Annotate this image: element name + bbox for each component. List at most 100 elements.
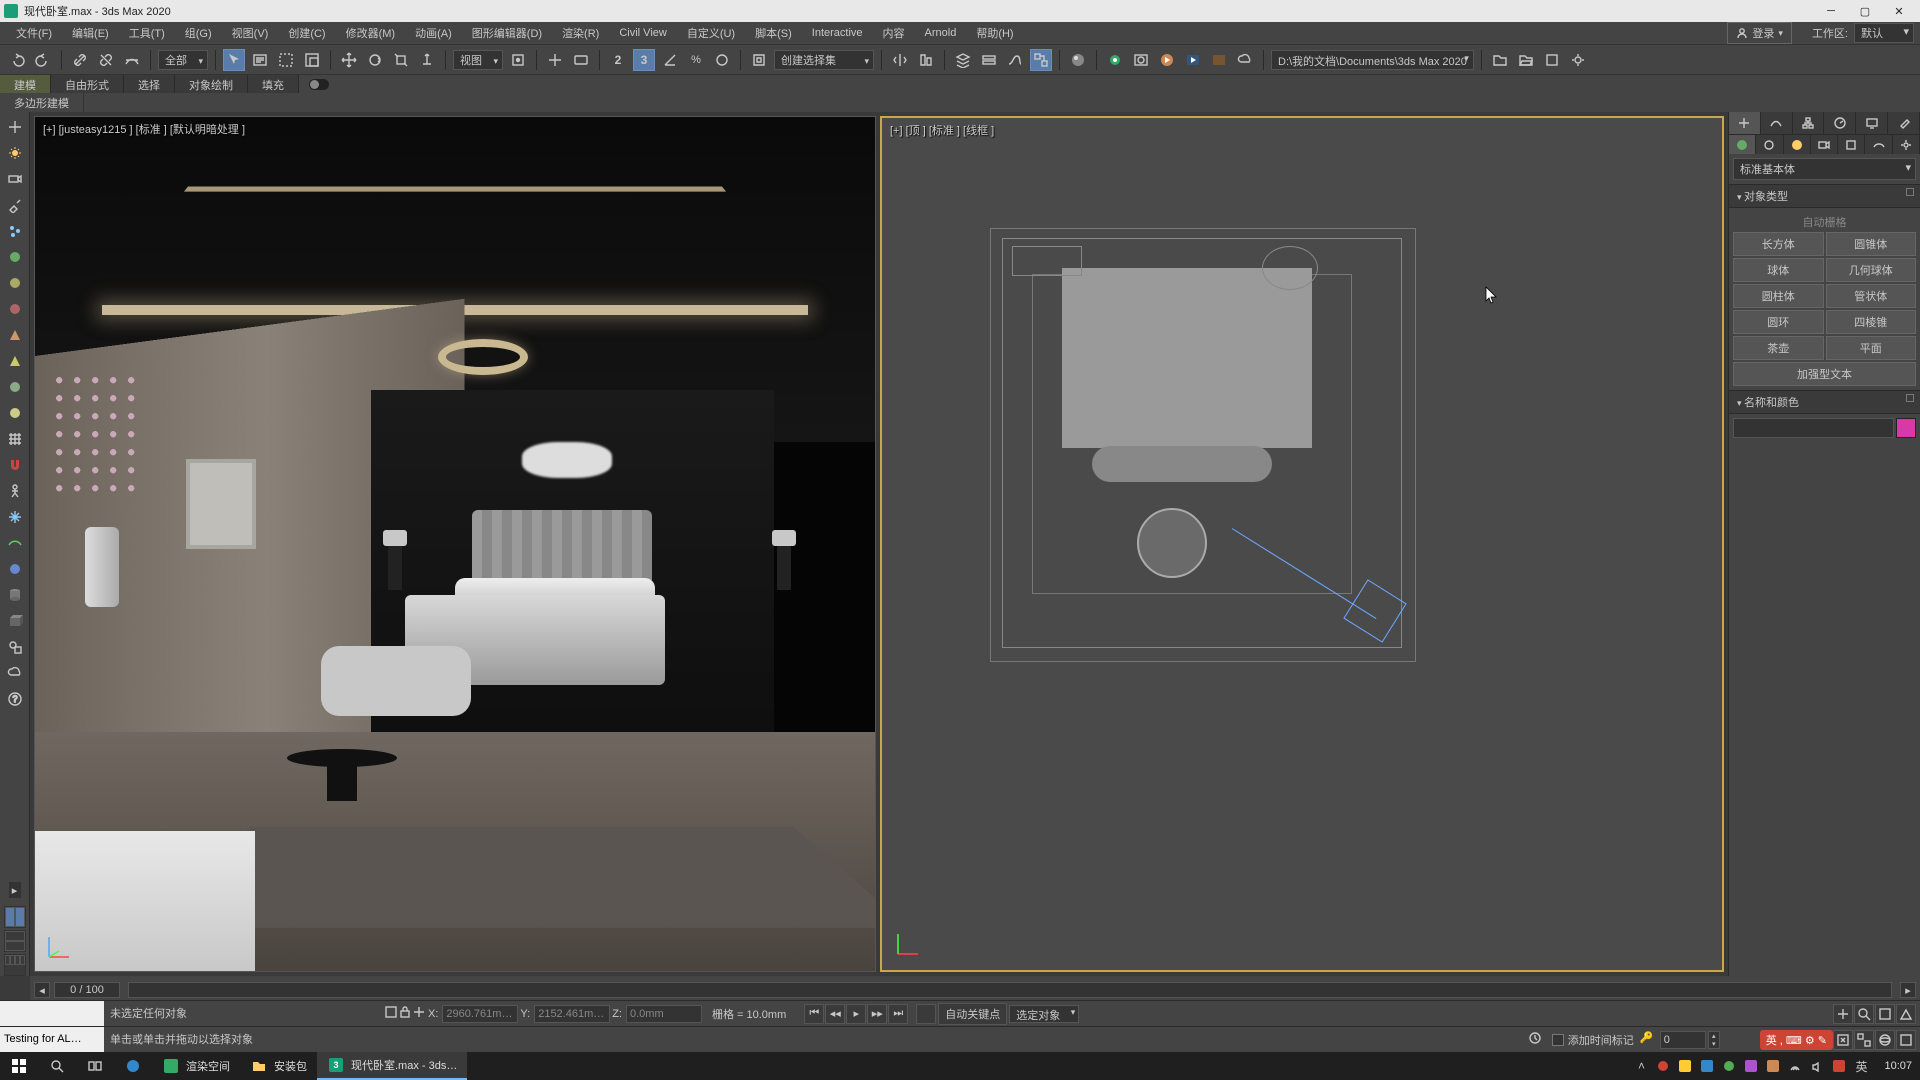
- tray-app6-icon[interactable]: [1764, 1057, 1782, 1075]
- sphere-primitive-button[interactable]: 球体: [1733, 258, 1824, 282]
- tray-app3-icon[interactable]: [1698, 1057, 1716, 1075]
- cylinder-icon[interactable]: [4, 584, 26, 606]
- pyramid-primitive-button[interactable]: 四棱锥: [1826, 310, 1917, 334]
- ribbon-tab-freeform[interactable]: 自由形式: [51, 75, 124, 93]
- zoom-all-button[interactable]: [1875, 1004, 1895, 1024]
- cone-primitive-button[interactable]: 圆锥体: [1826, 232, 1917, 256]
- select-object-button[interactable]: [223, 49, 245, 71]
- manipulate-button[interactable]: [544, 49, 566, 71]
- spacewarps-subtab[interactable]: [1865, 135, 1892, 154]
- goto-end-button[interactable]: ⏭: [888, 1004, 908, 1024]
- project-settings-button[interactable]: [1567, 49, 1589, 71]
- menu-tools[interactable]: 工具(T): [119, 22, 175, 44]
- schematic-view-button[interactable]: [1030, 49, 1052, 71]
- edit-named-sel-button[interactable]: [748, 49, 770, 71]
- menu-modifiers[interactable]: 修改器(M): [336, 22, 406, 44]
- systems-subtab[interactable]: [1893, 135, 1920, 154]
- maxscript-listener-2[interactable]: Testing for AL…: [0, 1027, 104, 1052]
- coord-display-toggle-icon[interactable]: [412, 1005, 426, 1022]
- play-button[interactable]: ▸: [846, 1004, 866, 1024]
- box-icon[interactable]: [4, 610, 26, 632]
- project-path-field[interactable]: D:\我的文档\Documents\3ds Max 2020: [1271, 50, 1474, 70]
- pivot-center-button[interactable]: [507, 49, 529, 71]
- sphere4-icon[interactable]: [4, 376, 26, 398]
- help-icon[interactable]: ?: [4, 688, 26, 710]
- frame-indicator[interactable]: 0 / 100: [54, 982, 120, 998]
- spinner-snap-button[interactable]: [711, 49, 733, 71]
- geosphere-primitive-button[interactable]: 几何球体: [1826, 258, 1917, 282]
- undo-button[interactable]: [6, 49, 28, 71]
- ref-coord-dropdown[interactable]: 视图: [453, 50, 503, 70]
- search-button[interactable]: [38, 1052, 76, 1080]
- timeslider-prev-button[interactable]: ◂: [34, 982, 50, 998]
- category-dropdown[interactable]: 标准基本体: [1733, 158, 1916, 180]
- add-time-tag-checkbox[interactable]: [1552, 1034, 1564, 1046]
- menu-animation[interactable]: 动画(A): [405, 22, 462, 44]
- taskbar-item-0[interactable]: 渲染空间: [152, 1052, 240, 1080]
- ribbon-toggle[interactable]: [309, 75, 329, 93]
- taskbar-item-1[interactable]: 安装包: [240, 1052, 317, 1080]
- layout-4-button[interactable]: [4, 954, 26, 976]
- utilities-tab[interactable]: [1888, 112, 1920, 134]
- material-editor-button[interactable]: [1067, 49, 1089, 71]
- current-frame-input[interactable]: [1660, 1031, 1706, 1049]
- ime-bar[interactable]: 英 , ⌨ ⚙ ✎: [1760, 1030, 1833, 1050]
- start-button[interactable]: [0, 1052, 38, 1080]
- autogrid-checkbox[interactable]: 自动栅格: [1733, 212, 1916, 232]
- layout-2h-button[interactable]: [4, 930, 26, 952]
- tray-app5-icon[interactable]: [1742, 1057, 1760, 1075]
- hierarchy-tab[interactable]: [1793, 112, 1825, 134]
- prev-frame-button[interactable]: ◂◂: [825, 1004, 845, 1024]
- snowflake-icon[interactable]: [4, 506, 26, 528]
- snap-2d-button[interactable]: 2: [607, 49, 629, 71]
- keyboard-shortcut-button[interactable]: [570, 49, 592, 71]
- tray-up-icon[interactable]: ˄: [1632, 1057, 1650, 1075]
- sphere-icon[interactable]: [4, 246, 26, 268]
- close-button[interactable]: ✕: [1882, 0, 1916, 22]
- percent-snap-button[interactable]: %: [685, 49, 707, 71]
- fov-button[interactable]: [1896, 1004, 1916, 1024]
- geometry-subtab[interactable]: [1729, 135, 1756, 154]
- scale-button[interactable]: [390, 49, 412, 71]
- goto-start-button[interactable]: ⏮: [804, 1004, 824, 1024]
- menu-rendering[interactable]: 渲染(R): [552, 22, 609, 44]
- select-region-rect-button[interactable]: [275, 49, 297, 71]
- unlink-button[interactable]: [95, 49, 117, 71]
- toggle-ribbon-button[interactable]: [978, 49, 1000, 71]
- name-color-rollout-header[interactable]: 名称和颜色: [1729, 390, 1920, 414]
- z-input[interactable]: [626, 1005, 702, 1023]
- cone2-icon[interactable]: [4, 350, 26, 372]
- helpers-subtab[interactable]: [1838, 135, 1865, 154]
- link-button[interactable]: [69, 49, 91, 71]
- plane-primitive-button[interactable]: 平面: [1826, 336, 1917, 360]
- window-crossing-button[interactable]: [301, 49, 323, 71]
- modify-tab[interactable]: [1761, 112, 1793, 134]
- ribbon-tab-modeling[interactable]: 建模: [0, 75, 51, 93]
- magnet-icon[interactable]: [4, 454, 26, 476]
- create-tab[interactable]: [1729, 112, 1761, 134]
- align-button[interactable]: [915, 49, 937, 71]
- spacewrap-icon[interactable]: [4, 532, 26, 554]
- autokey-button[interactable]: 自动关键点: [938, 1003, 1007, 1025]
- biped-icon[interactable]: [4, 480, 26, 502]
- menu-interactive[interactable]: Interactive: [802, 24, 873, 42]
- curve-editor-button[interactable]: [1004, 49, 1026, 71]
- zoom-extents-button[interactable]: [1833, 1030, 1853, 1050]
- ribbon-tab-selection[interactable]: 选择: [124, 75, 175, 93]
- sphere6-icon[interactable]: [4, 558, 26, 580]
- select-by-name-button[interactable]: [249, 49, 271, 71]
- object-color-swatch[interactable]: [1896, 418, 1916, 438]
- tray-volume-icon[interactable]: [1808, 1057, 1826, 1075]
- ribbon-sub-polymodeling[interactable]: 多边形建模: [0, 93, 84, 113]
- viewport-top-label[interactable]: [+] [顶 ] [标准 ] [线框 ]: [890, 122, 994, 138]
- render-cloud-button[interactable]: [1234, 49, 1256, 71]
- shapes-subtab[interactable]: [1756, 135, 1783, 154]
- set-key-button[interactable]: [916, 1004, 936, 1024]
- ribbon-tab-populate[interactable]: 填充: [248, 75, 299, 93]
- torus-primitive-button[interactable]: 圆环: [1733, 310, 1824, 334]
- task-view-button[interactable]: [76, 1052, 114, 1080]
- layer-explorer-button[interactable]: [952, 49, 974, 71]
- snap-3d-button[interactable]: 3: [633, 49, 655, 71]
- motion-tab[interactable]: [1824, 112, 1856, 134]
- teapot-primitive-button[interactable]: 茶壶: [1733, 336, 1824, 360]
